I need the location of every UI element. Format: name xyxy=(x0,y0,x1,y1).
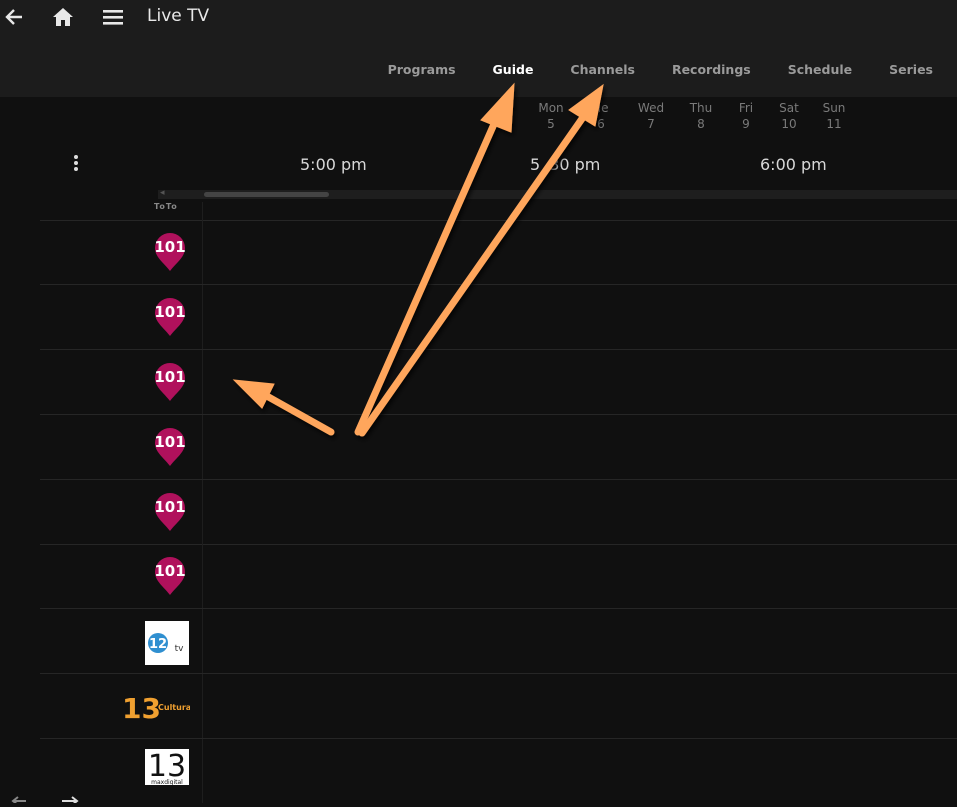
more-vertical-icon[interactable] xyxy=(64,151,88,175)
channel-cell[interactable]: 12 tv xyxy=(40,609,203,673)
scroll-left-icon[interactable]: ◂ xyxy=(160,188,165,198)
channel-row: 101 xyxy=(40,480,957,545)
channel-logo-12-icon: 12 tv xyxy=(145,621,189,665)
day-selector: S Mon 5 ue 6 Wed 7 Thu 8 Fri 9 Sat 10 Sun 11 xyxy=(480,100,880,134)
tab-series[interactable]: Series xyxy=(889,62,933,77)
channel-logo-101-icon: 101 xyxy=(154,233,186,271)
channel-logo-101-icon: 101 xyxy=(154,363,186,401)
horizontal-scrollbar[interactable]: ◂ xyxy=(158,188,957,199)
day-tab[interactable]: ue 6 xyxy=(579,100,623,132)
day-tab[interactable]: Sun 11 xyxy=(812,100,856,132)
forward-arrow-icon[interactable] xyxy=(62,796,79,806)
svg-text:13: 13 xyxy=(122,692,161,724)
channel-logo-13-maxdigital-icon: 13 maxdigital xyxy=(145,749,189,786)
day-tab[interactable]: Mon 5 xyxy=(529,100,573,132)
back-arrow-icon[interactable] xyxy=(11,796,26,806)
tab-recordings[interactable]: Recordings xyxy=(672,62,751,77)
channel-cell[interactable]: 101 xyxy=(40,544,203,608)
svg-text:101: 101 xyxy=(154,498,185,516)
svg-text:101: 101 xyxy=(154,303,185,321)
tab-programs[interactable]: Programs xyxy=(388,62,456,77)
scrollbar-thumb[interactable] xyxy=(204,192,329,197)
channel-row: 101 xyxy=(40,285,957,350)
tab-guide[interactable]: Guide xyxy=(493,62,534,77)
channel-cell[interactable]: 101 xyxy=(40,350,203,414)
hamburger-menu-icon[interactable] xyxy=(99,4,127,30)
page-title: Live TV xyxy=(147,6,210,26)
back-arrow-icon[interactable] xyxy=(0,4,28,30)
guide-grid: ToTo 101 101 101 101 101 101 12 tv 13 Cu… xyxy=(40,202,957,803)
channel-row: ToTo xyxy=(40,202,957,221)
channel-logo-101-icon: 101 xyxy=(154,298,186,336)
channel-row: 101 xyxy=(40,220,957,285)
channel-cell[interactable]: 101 xyxy=(40,220,203,284)
day-tab[interactable]: Thu 8 xyxy=(679,100,723,132)
channel-logo: ToTo xyxy=(154,202,178,211)
channel-logo-101-icon: 101 xyxy=(154,557,186,595)
app-header: Live TV Programs Guide Channels Recordin… xyxy=(0,0,957,97)
channel-logo-101-icon: 101 xyxy=(154,493,186,531)
day-tab[interactable]: Sat 10 xyxy=(767,100,811,132)
svg-text:tv: tv xyxy=(175,644,185,654)
home-icon[interactable] xyxy=(49,4,77,30)
channel-cell[interactable]: 101 xyxy=(40,415,203,479)
svg-text:101: 101 xyxy=(154,433,185,451)
channel-logo-101-icon: 101 xyxy=(154,428,186,466)
svg-text:maxdigital: maxdigital xyxy=(151,779,183,785)
bottom-nav xyxy=(0,788,120,806)
time-slot-label: 5:00 pm xyxy=(300,155,367,174)
day-tab[interactable]: S xyxy=(480,100,524,116)
channel-row: 101 xyxy=(40,415,957,480)
svg-text:101: 101 xyxy=(154,238,185,256)
tab-schedule[interactable]: Schedule xyxy=(788,62,852,77)
svg-text:12: 12 xyxy=(149,637,167,652)
time-slot-label: 6:00 pm xyxy=(760,155,827,174)
channel-row: 13 Cultura xyxy=(40,674,957,739)
channel-row: 13 maxdigital xyxy=(40,739,957,803)
svg-text:Cultura: Cultura xyxy=(158,703,190,712)
time-slot-label: 5 30 pm xyxy=(530,155,601,174)
svg-text:101: 101 xyxy=(154,368,185,386)
channel-cell[interactable]: ToTo xyxy=(40,202,203,220)
channel-cell[interactable]: 101 xyxy=(40,285,203,349)
top-bar: Live TV xyxy=(0,0,957,40)
channel-cell[interactable]: 13 Cultura xyxy=(40,674,203,738)
day-tab[interactable]: Fri 9 xyxy=(724,100,768,132)
svg-text:101: 101 xyxy=(154,562,185,580)
channel-cell[interactable]: 101 xyxy=(40,480,203,544)
channel-logo-13-cultura-icon: 13Cultura xyxy=(122,692,190,724)
channel-row: 12 tv xyxy=(40,609,957,674)
tab-bar: Programs Guide Channels Recordings Sched… xyxy=(351,62,933,77)
channel-row: 101 xyxy=(40,350,957,415)
channel-row: 101 xyxy=(40,544,957,609)
tab-channels[interactable]: Channels xyxy=(570,62,635,77)
day-tab[interactable]: Wed 7 xyxy=(629,100,673,132)
